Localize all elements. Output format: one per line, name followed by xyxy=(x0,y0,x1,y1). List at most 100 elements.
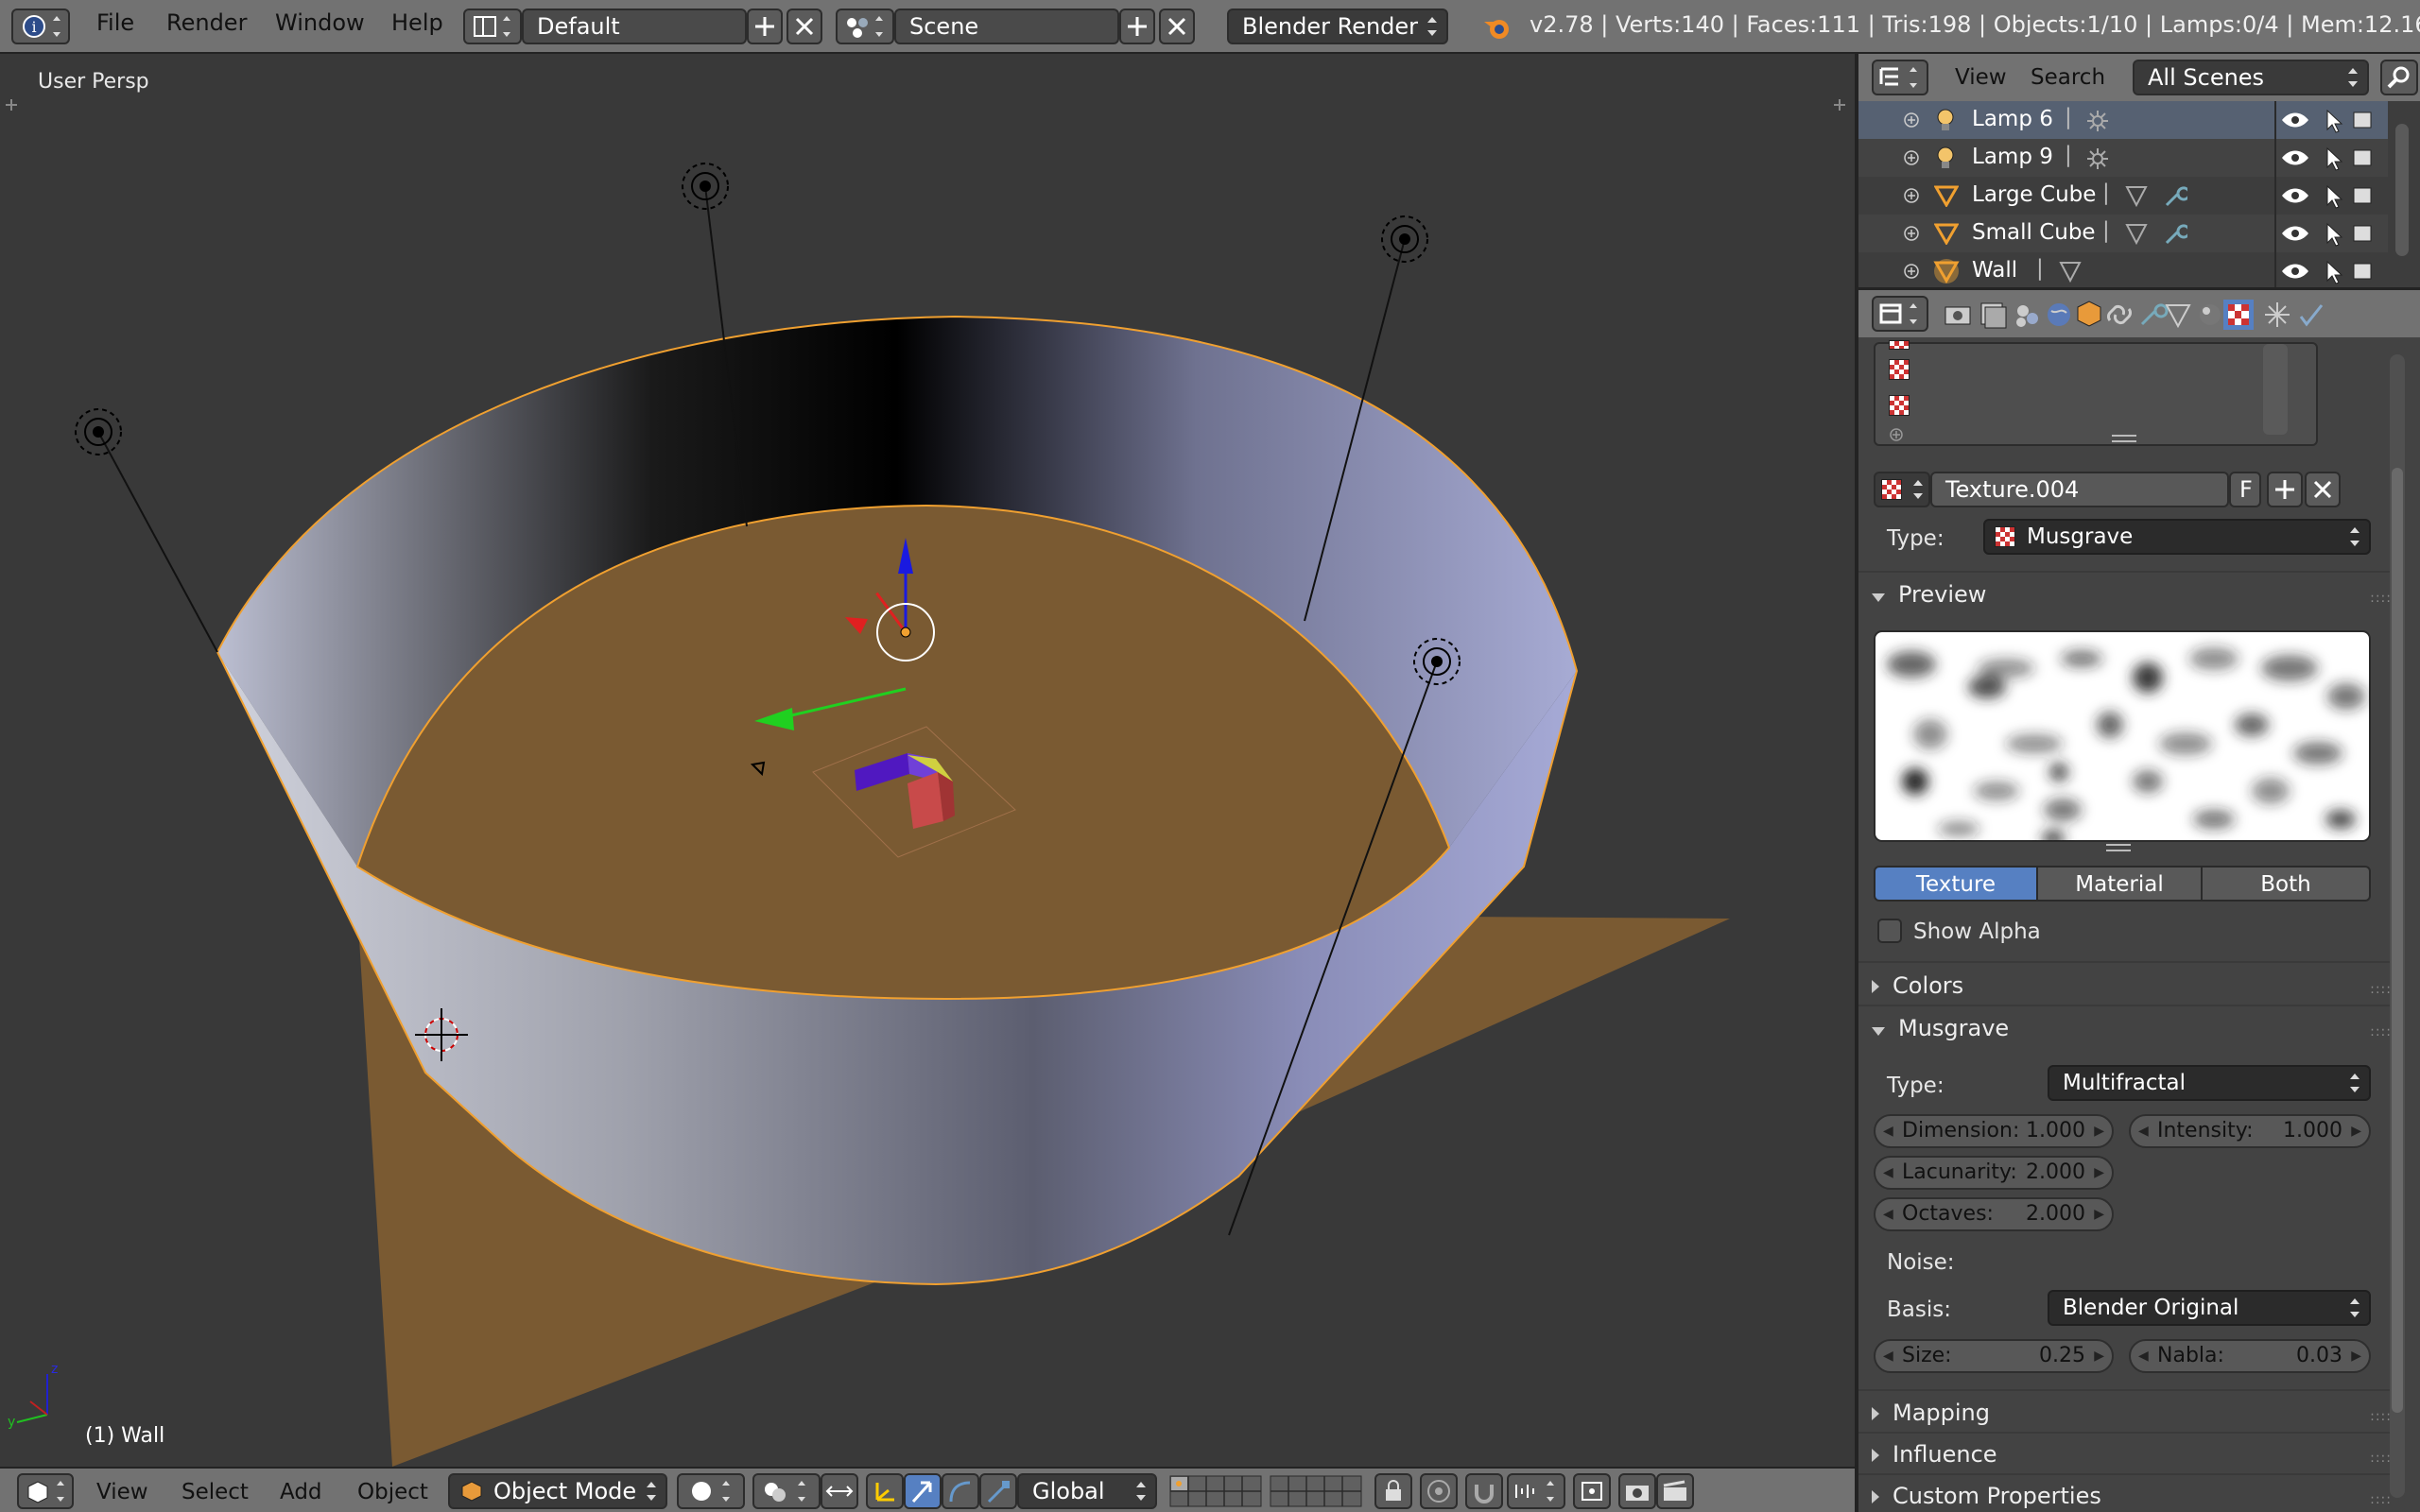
lamp-icon[interactable] xyxy=(682,163,729,210)
editor-type-button[interactable] xyxy=(1872,60,1928,95)
lock-camera-button[interactable] xyxy=(1374,1473,1412,1509)
expand-plus-icon[interactable] xyxy=(1902,111,1921,129)
rotate-manipulator-button[interactable] xyxy=(942,1473,979,1509)
outliner-menu-search[interactable]: Search xyxy=(2031,65,2105,90)
resize-grip-icon[interactable] xyxy=(2112,435,2136,442)
lacunarity-field[interactable]: ◀ Lacunarity: 2.000 ▶ xyxy=(1874,1156,2114,1190)
expand-plus-icon[interactable] xyxy=(1902,224,1921,243)
texture-slot-icon[interactable] xyxy=(1889,340,1910,350)
manipulator-toggle-button[interactable] xyxy=(866,1473,904,1509)
manipulator-center-button[interactable] xyxy=(821,1473,858,1509)
texture-browse-button[interactable] xyxy=(1874,472,1930,507)
expand-plus-icon[interactable] xyxy=(1902,148,1921,167)
noise-basis-dropdown[interactable]: Blender Original xyxy=(2048,1290,2371,1326)
show-alpha-checkbox[interactable] xyxy=(1877,919,1902,943)
editor-type-button[interactable]: i xyxy=(11,9,70,44)
menu-file[interactable]: File xyxy=(96,9,134,36)
remove-layout-button[interactable] xyxy=(786,9,822,44)
properties-scrollbar[interactable] xyxy=(2390,354,2405,1498)
outliner-search-button[interactable] xyxy=(2380,60,2418,95)
intensity-field[interactable]: ◀ Intensity: 1.000 ▶ xyxy=(2129,1114,2371,1148)
outliner-scrollbar[interactable] xyxy=(2395,124,2409,256)
mode-dropdown[interactable]: Object Mode xyxy=(448,1473,667,1509)
viewport-shading-button[interactable] xyxy=(677,1473,745,1509)
preview-panel-header[interactable]: Preview xyxy=(1872,581,1986,608)
drag-handle-icon[interactable]: :::: xyxy=(2370,1451,2392,1466)
decrement-arrow-icon[interactable]: ◀ xyxy=(2138,1341,2149,1371)
menu-view[interactable]: View xyxy=(96,1480,148,1504)
new-texture-button[interactable] xyxy=(2267,472,2303,507)
expand-plus-icon[interactable] xyxy=(1902,186,1921,205)
decrement-arrow-icon[interactable]: ◀ xyxy=(1883,1199,1893,1229)
drag-handle-icon[interactable]: :::: xyxy=(2370,982,2392,997)
scene-field[interactable]: Scene xyxy=(894,9,1119,44)
snap-target-button[interactable] xyxy=(1573,1473,1611,1509)
scale-manipulator-button[interactable] xyxy=(979,1473,1017,1509)
menu-window[interactable]: Window xyxy=(275,9,365,36)
increment-arrow-icon[interactable]: ▶ xyxy=(2094,1116,2104,1146)
context-tabs[interactable] xyxy=(1940,298,2412,332)
render-engine-dropdown[interactable]: Blender Render xyxy=(1227,9,1448,44)
drag-handle-icon[interactable]: :::: xyxy=(2370,1024,2392,1040)
increment-arrow-icon[interactable]: ▶ xyxy=(2094,1158,2104,1188)
resize-grip-icon[interactable] xyxy=(2106,844,2131,851)
lamp-icon[interactable] xyxy=(1381,215,1428,263)
render-animation-button[interactable] xyxy=(1656,1473,1694,1509)
expand-plus-icon[interactable] xyxy=(1902,262,1921,281)
fake-user-button[interactable]: F xyxy=(2229,472,2261,507)
preview-tab-material[interactable]: Material xyxy=(2036,866,2203,902)
decrement-arrow-icon[interactable]: ◀ xyxy=(1883,1341,1893,1371)
render-opengl-button[interactable] xyxy=(1618,1473,1656,1509)
editor-type-button[interactable] xyxy=(1872,296,1928,332)
add-layout-button[interactable] xyxy=(747,9,783,44)
slot-list-scrollbar[interactable] xyxy=(2263,344,2288,435)
add-scene-button[interactable] xyxy=(1119,9,1155,44)
influence-panel-header[interactable]: Influence xyxy=(1872,1441,1997,1468)
display-mode-dropdown[interactable]: All Scenes xyxy=(2133,60,2369,95)
menu-select[interactable]: Select xyxy=(182,1480,249,1504)
proportional-edit-button[interactable] xyxy=(1420,1473,1458,1509)
custom-properties-panel-header[interactable]: Custom Properties xyxy=(1872,1483,2101,1509)
mapping-panel-header[interactable]: Mapping xyxy=(1872,1400,1990,1426)
unlink-texture-button[interactable] xyxy=(2305,472,2341,507)
scene-selector-button[interactable] xyxy=(836,9,894,44)
lamp-icon[interactable] xyxy=(75,408,122,455)
editor-type-button[interactable] xyxy=(17,1473,74,1509)
menu-render[interactable]: Render xyxy=(166,9,247,36)
musgrave-type-dropdown[interactable]: Multifractal xyxy=(2048,1065,2371,1101)
drag-handle-icon[interactable]: :::: xyxy=(2370,1492,2392,1507)
layout-field[interactable]: Default xyxy=(522,9,747,44)
noise-size-field[interactable]: ◀ Size: 0.25 ▶ xyxy=(1874,1339,2114,1373)
pivot-point-button[interactable] xyxy=(752,1473,821,1509)
texture-name-field[interactable]: Texture.004 xyxy=(1930,472,2229,507)
nabla-field[interactable]: ◀ Nabla: 0.03 ▶ xyxy=(2129,1339,2371,1373)
decrement-arrow-icon[interactable]: ◀ xyxy=(1883,1158,1893,1188)
texture-type-dropdown[interactable]: Musgrave xyxy=(1983,519,2371,555)
preview-tab-both[interactable]: Both xyxy=(2201,866,2371,902)
texture-slot-list[interactable] xyxy=(1874,340,2318,446)
screen-layout-button[interactable] xyxy=(463,9,522,44)
colors-panel-header[interactable]: Colors xyxy=(1872,972,1963,999)
snap-element-button[interactable] xyxy=(1507,1473,1565,1509)
decrement-arrow-icon[interactable]: ◀ xyxy=(2138,1116,2149,1146)
scrollbar-thumb[interactable] xyxy=(2392,468,2403,1413)
preview-tab-texture[interactable]: Texture xyxy=(1874,866,2038,902)
octaves-field[interactable]: ◀ Octaves: 2.000 ▶ xyxy=(1874,1197,2114,1231)
increment-arrow-icon[interactable]: ▶ xyxy=(2351,1341,2361,1371)
snap-button[interactable] xyxy=(1465,1473,1503,1509)
increment-arrow-icon[interactable]: ▶ xyxy=(2094,1341,2104,1371)
texture-slot-icon[interactable] xyxy=(1889,395,1910,416)
dimension-field[interactable]: ◀ Dimension: 1.000 ▶ xyxy=(1874,1114,2114,1148)
musgrave-panel-header[interactable]: Musgrave xyxy=(1872,1015,2009,1041)
drag-handle-icon[interactable]: :::: xyxy=(2370,1409,2392,1424)
texture-slot-icon[interactable] xyxy=(1889,359,1910,380)
transform-orientation-dropdown[interactable]: Global xyxy=(1017,1473,1157,1509)
add-slot-icon[interactable] xyxy=(1889,427,1904,442)
decrement-arrow-icon[interactable]: ◀ xyxy=(1883,1116,1893,1146)
drag-handle-icon[interactable]: :::: xyxy=(2370,591,2392,606)
increment-arrow-icon[interactable]: ▶ xyxy=(2094,1199,2104,1229)
3d-viewport[interactable]: User Persp z y (1) Wall xyxy=(0,54,1855,1467)
menu-help[interactable]: Help xyxy=(391,9,443,36)
menu-object[interactable]: Object xyxy=(357,1480,428,1504)
increment-arrow-icon[interactable]: ▶ xyxy=(2351,1116,2361,1146)
